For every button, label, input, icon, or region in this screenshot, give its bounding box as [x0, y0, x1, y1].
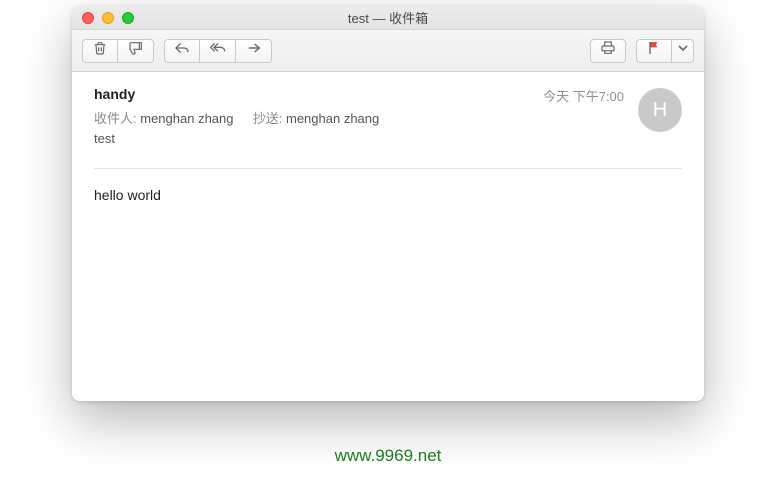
message-content: handy 收件人: menghan zhang 抄送: menghan zha… — [72, 72, 704, 401]
reply-button[interactable] — [164, 39, 200, 63]
flag-icon — [646, 40, 662, 61]
thumbs-down-icon — [128, 40, 144, 61]
reply-group — [164, 39, 272, 63]
reply-icon — [174, 40, 190, 61]
titlebar: test — 收件箱 — [72, 6, 704, 30]
message-body: hello world — [94, 187, 682, 203]
flag-menu-button[interactable] — [672, 39, 694, 63]
cc-value: menghan zhang — [286, 111, 379, 126]
avatar: H — [638, 88, 682, 132]
to-value: menghan zhang — [140, 111, 233, 126]
header-divider — [94, 168, 682, 169]
trash-icon — [92, 40, 108, 61]
reply-all-button[interactable] — [200, 39, 236, 63]
flag-group — [636, 39, 694, 63]
recipients-line: 收件人: menghan zhang 抄送: menghan zhang — [94, 108, 543, 127]
sender-name: handy — [94, 86, 135, 102]
maximize-window-button[interactable] — [122, 12, 134, 24]
chevron-down-icon — [675, 40, 691, 61]
to-label: 收件人: — [94, 111, 137, 126]
close-window-button[interactable] — [82, 12, 94, 24]
printer-icon — [600, 40, 616, 61]
mail-window: test — 收件箱 — [72, 6, 704, 401]
footer-watermark: www.9969.net — [0, 446, 776, 466]
forward-icon — [246, 40, 262, 61]
subject: test — [94, 131, 543, 146]
reply-all-icon — [210, 40, 226, 61]
window-title: test — 收件箱 — [72, 8, 704, 27]
junk-button[interactable] — [118, 39, 154, 63]
delete-button[interactable] — [82, 39, 118, 63]
flag-button[interactable] — [636, 39, 672, 63]
toolbar — [72, 30, 704, 72]
print-button[interactable] — [590, 39, 626, 63]
minimize-window-button[interactable] — [102, 12, 114, 24]
delete-group — [82, 39, 154, 63]
message-header: handy 收件人: menghan zhang 抄送: menghan zha… — [94, 86, 682, 146]
traffic-lights — [72, 12, 134, 24]
cc-label: 抄送: — [253, 111, 283, 126]
forward-button[interactable] — [236, 39, 272, 63]
timestamp: 今天 下午7:00 — [543, 86, 624, 105]
avatar-initial: H — [653, 99, 667, 122]
